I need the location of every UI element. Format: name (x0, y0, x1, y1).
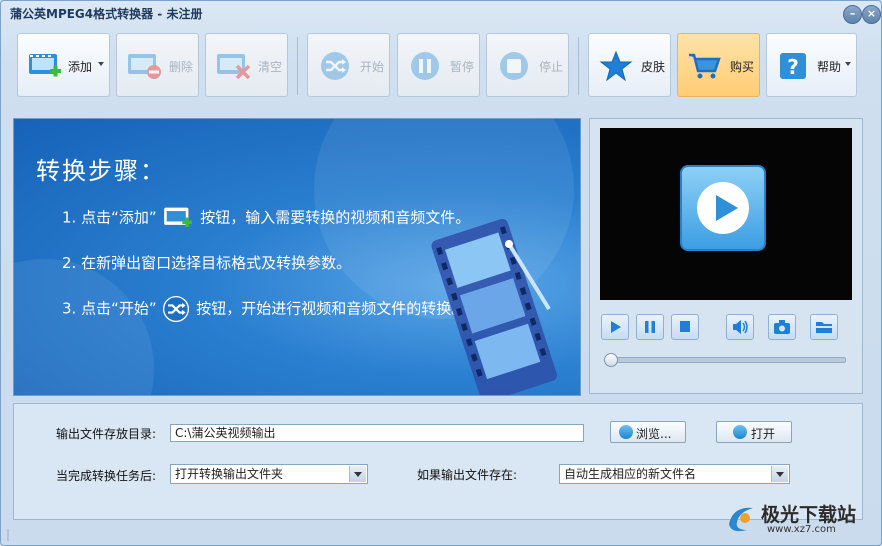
camera-icon (774, 320, 790, 334)
shuffle-inline-icon (163, 295, 190, 323)
start-label: 开始 (360, 60, 385, 74)
slider-knob[interactable] (604, 353, 618, 367)
step-3: 3. 点击“开始” 按钮，开始进行视频和音频文件的转换。 (62, 295, 466, 323)
help-button[interactable]: ? 帮助 (766, 33, 857, 97)
star-icon (599, 51, 633, 81)
output-dir-label: 输出文件存放目录: (56, 427, 157, 441)
preview-player (589, 118, 863, 394)
buy-label: 购买 (730, 60, 755, 74)
watermark-logo: 极光下载站 www.xz7.com (723, 498, 873, 538)
step-2: 2. 在新弹出窗口选择目标格式及转换参数。 (62, 254, 352, 272)
stop-label: 停止 (539, 60, 564, 74)
browse-icon (619, 425, 633, 439)
delete-video-icon (128, 54, 161, 79)
toolbar-separator (297, 37, 298, 95)
steps-banner: 转换步骤： 1. 点击“添加” 按钮，输入需要转换的视频和音频文件。 2. 在新… (13, 118, 581, 396)
minimize-button[interactable]: – (843, 5, 862, 24)
steps-heading: 转换步骤： (36, 157, 166, 185)
step-3-text-a: 3. 点击“开始” (62, 299, 157, 318)
player-pause-button[interactable] (636, 314, 664, 340)
player-folder-button[interactable] (810, 314, 838, 340)
clear-label: 清空 (258, 60, 283, 74)
play-icon (611, 321, 621, 333)
film-reel-icon (733, 425, 747, 439)
playback-progress-slider[interactable] (604, 353, 846, 367)
pause-button[interactable]: 暂停 (397, 33, 480, 97)
watermark-swirl-icon (729, 507, 753, 532)
player-volume-button[interactable] (726, 314, 754, 340)
file-exists-select[interactable]: 自动生成相应的新文件名 (559, 464, 790, 484)
clear-button[interactable]: 清空 (205, 33, 288, 97)
pause-icon (411, 52, 439, 80)
after-task-select[interactable]: 打开转换输出文件夹 (170, 464, 368, 484)
big-play-button[interactable] (680, 165, 766, 251)
delete-button[interactable]: 删除 (116, 33, 199, 97)
toolbar-separator (578, 37, 579, 95)
play-icon (697, 182, 749, 234)
title-bar: 蒲公英MPEG4格式转换器 - 未注册 – × (1, 1, 881, 25)
add-video-icon (29, 54, 61, 77)
step-1: 1. 点击“添加” 按钮，输入需要转换的视频和音频文件。 (62, 205, 470, 231)
add-video-inline-icon (164, 207, 193, 228)
shopping-cart-icon (689, 53, 721, 79)
player-play-button[interactable] (601, 314, 629, 340)
video-preview-screen (600, 128, 852, 300)
close-button[interactable]: × (862, 5, 881, 24)
stop-button[interactable]: 停止 (486, 33, 569, 97)
film-reel-illustration (431, 218, 557, 395)
svg-text:?: ? (787, 55, 799, 79)
help-question-icon: ? (780, 53, 806, 79)
help-dropdown-arrow[interactable] (845, 62, 851, 66)
browse-button[interactable]: 浏览... (610, 421, 686, 443)
browse-label: 浏览... (636, 427, 672, 441)
player-snapshot-button[interactable] (768, 314, 796, 340)
add-dropdown-arrow[interactable] (98, 62, 104, 66)
banner-glow (14, 259, 154, 395)
step-1-text-a: 1. 点击“添加” (62, 208, 157, 227)
add-label: 添加 (68, 60, 93, 74)
folder-icon (816, 322, 832, 333)
skin-button[interactable]: 皮肤 (588, 33, 671, 97)
chevron-down-icon[interactable] (349, 466, 366, 482)
pause-icon (645, 321, 655, 333)
file-exists-value: 自动生成相应的新文件名 (564, 467, 697, 481)
watermark-name: 极光下载站 (761, 504, 857, 526)
delete-label: 删除 (169, 60, 194, 74)
speaker-icon (733, 320, 748, 334)
output-dir-field[interactable]: C:\蒲公英视频输出 (170, 424, 584, 442)
after-task-value: 打开转换输出文件夹 (175, 467, 284, 481)
shuffle-start-icon (321, 52, 349, 80)
watermark-url: www.xz7.com (767, 524, 836, 535)
window-title: 蒲公英MPEG4格式转换器 - 未注册 (10, 7, 203, 21)
buy-button[interactable]: 购买 (677, 33, 760, 97)
player-stop-button[interactable] (671, 314, 699, 340)
clear-list-icon (217, 54, 250, 80)
open-button[interactable]: 打开 (716, 421, 792, 443)
after-task-label: 当完成转换任务后: (56, 469, 157, 483)
open-label: 打开 (751, 427, 776, 441)
start-button[interactable]: 开始 (307, 33, 390, 97)
add-button[interactable]: 添加 (17, 33, 110, 97)
stop-icon (680, 321, 690, 332)
pause-label: 暂停 (450, 60, 475, 74)
status-grip (7, 529, 9, 541)
stop-icon (500, 52, 528, 80)
help-label: 帮助 (817, 60, 842, 74)
skin-label: 皮肤 (641, 60, 666, 74)
file-exists-label: 如果输出文件存在: (417, 468, 518, 482)
toolbar: 添加 删除 清空 开始 暂停 停止 皮肤 购买 ? 帮助 (1, 29, 881, 103)
chevron-down-icon[interactable] (771, 466, 788, 482)
app-window: 蒲公英MPEG4格式转换器 - 未注册 – × 添加 删除 清空 开始 暂停 停… (0, 0, 882, 546)
